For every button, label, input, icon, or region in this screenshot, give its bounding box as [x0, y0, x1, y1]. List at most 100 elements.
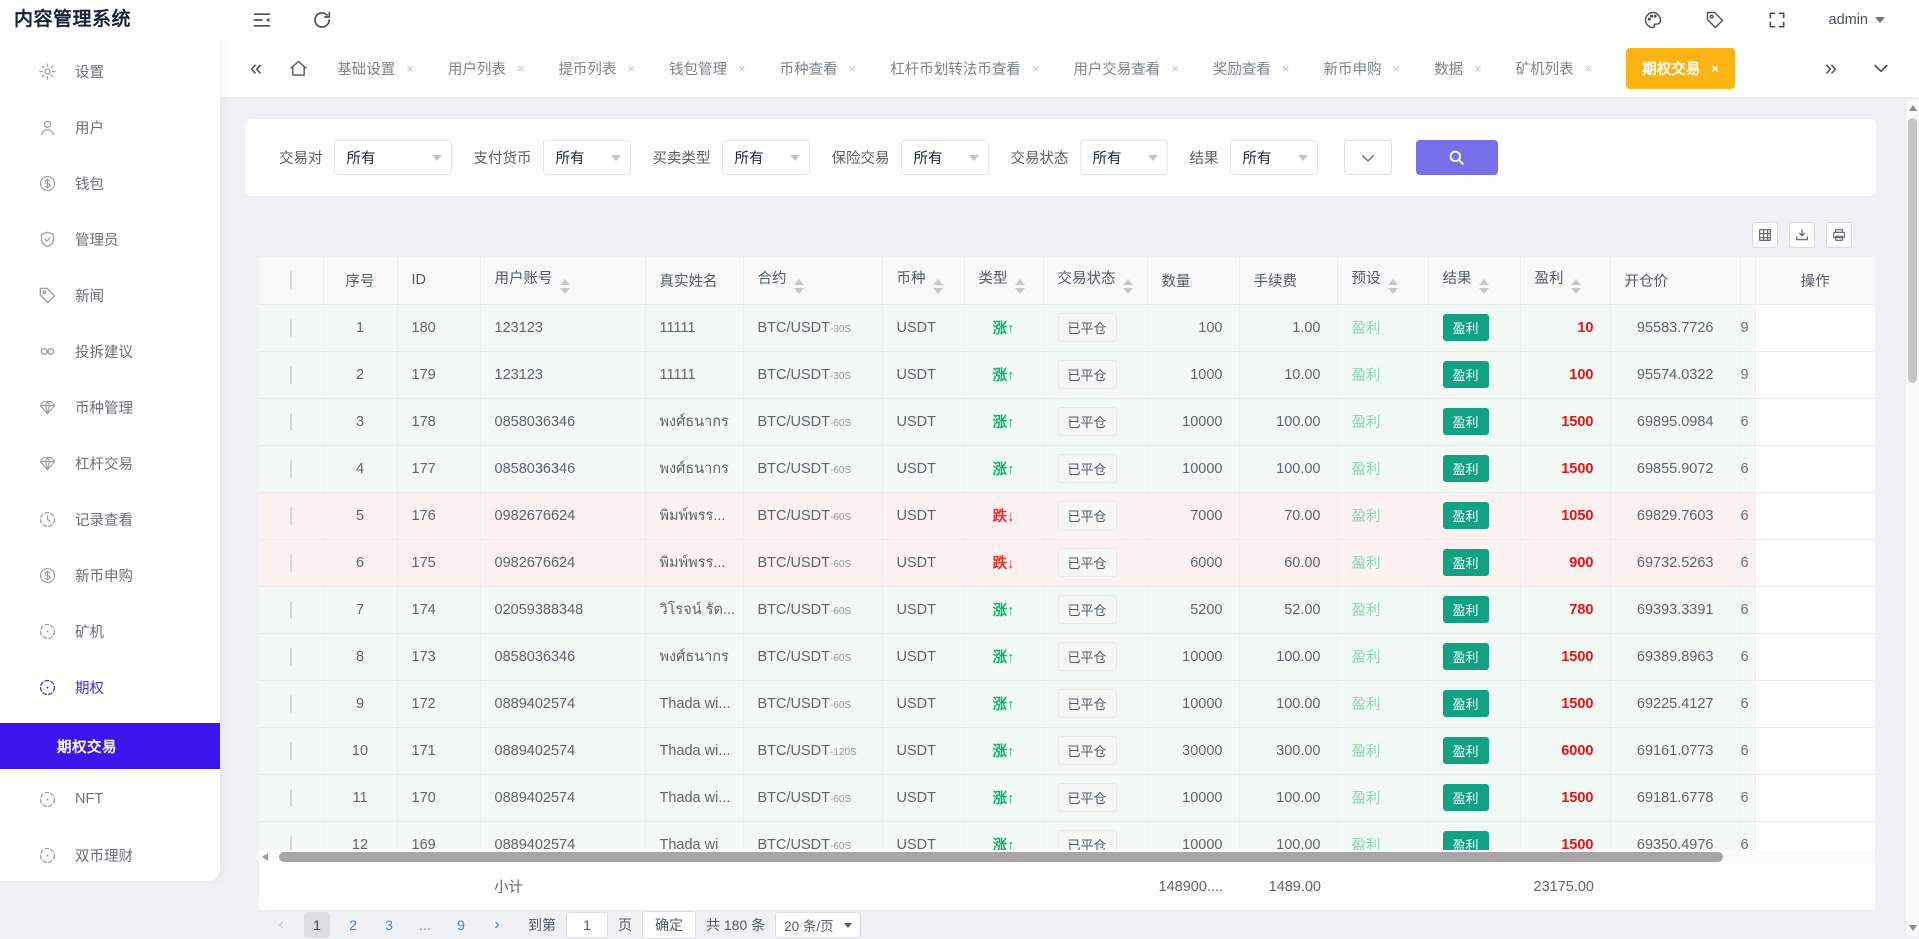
tab-basic-settings[interactable]: 基础设置× — [337, 58, 414, 79]
row-checkbox[interactable] — [290, 695, 292, 713]
sort-caret-icon[interactable] — [1388, 279, 1398, 294]
sidebar-item-settings[interactable]: 设置 — [0, 51, 220, 91]
column-header-preset[interactable]: 预设 — [1337, 257, 1428, 304]
filter-select-pair[interactable]: 所有 — [334, 140, 452, 175]
tab-close-icon[interactable]: × — [738, 61, 746, 76]
sort-caret-icon[interactable] — [560, 279, 570, 294]
vscroll-up-arrow-icon[interactable] — [1909, 105, 1917, 111]
tab-options-trade[interactable]: 期权交易× — [1626, 48, 1735, 89]
sidebar-item-leverage-trade[interactable]: 杠杆交易 — [0, 443, 220, 483]
vscroll-down-arrow-icon[interactable] — [1909, 925, 1917, 931]
export-button[interactable] — [1789, 222, 1815, 248]
row-checkbox[interactable] — [290, 507, 292, 525]
sidebar-item-records[interactable]: 记录查看 — [0, 499, 220, 539]
home-icon[interactable] — [288, 58, 309, 79]
vscroll-thumb[interactable] — [1908, 118, 1917, 383]
tab-close-icon[interactable]: × — [1474, 61, 1482, 76]
tab-new-coin-subscribe[interactable]: 新币申购× — [1324, 58, 1401, 79]
tab-close-icon[interactable]: × — [1171, 61, 1179, 76]
collapse-filter-button[interactable] — [1344, 140, 1392, 175]
sidebar-item-news[interactable]: 新闻 — [0, 275, 220, 315]
tab-close-icon[interactable]: × — [1585, 61, 1593, 76]
column-header-currency[interactable]: 币种 — [882, 257, 964, 304]
page-button-2[interactable]: 2 — [340, 912, 366, 938]
horizontal-scrollbar[interactable] — [259, 850, 1875, 864]
search-button[interactable] — [1416, 140, 1498, 175]
tab-close-icon[interactable]: × — [849, 61, 857, 76]
sort-caret-icon[interactable] — [794, 279, 804, 294]
sidebar-item-feedback[interactable]: 投拆建议 — [0, 331, 220, 371]
jump-page-input[interactable] — [566, 912, 608, 938]
sort-caret-icon[interactable] — [1571, 279, 1581, 294]
page-button-9[interactable]: 9 — [448, 912, 474, 938]
tab-withdraw-list[interactable]: 提币列表× — [558, 58, 635, 79]
column-header-account[interactable]: 用户账号 — [480, 257, 645, 304]
row-checkbox[interactable] — [290, 601, 292, 619]
sort-caret-icon[interactable] — [1479, 279, 1489, 294]
filter-select-status[interactable]: 所有 — [1080, 140, 1168, 175]
next-page-button[interactable]: › — [484, 912, 510, 938]
tab-leverage-transfer-view[interactable]: 杠杆币划转法币查看× — [890, 58, 1039, 79]
tab-close-icon[interactable]: × — [517, 61, 525, 76]
column-header-profit[interactable]: 盈利 — [1520, 257, 1610, 304]
row-checkbox[interactable] — [290, 836, 292, 851]
column-header-type[interactable]: 类型 — [964, 257, 1043, 304]
menu-collapse-icon[interactable] — [252, 10, 272, 30]
sidebar-item-nft[interactable]: NFT — [0, 779, 220, 819]
hscroll-left-arrow-icon[interactable] — [262, 853, 268, 861]
tabs-scroll-right-icon[interactable]: » — [1825, 57, 1837, 79]
sidebar-item-admins[interactable]: 管理员 — [0, 219, 220, 259]
row-checkbox[interactable] — [290, 319, 292, 337]
confirm-jump-button[interactable]: 确定 — [642, 911, 696, 939]
filter-select-insurance[interactable]: 所有 — [901, 140, 989, 175]
tab-wallet-manage[interactable]: 钱包管理× — [669, 58, 746, 79]
row-checkbox[interactable] — [290, 460, 292, 478]
column-header-contract[interactable]: 合约 — [743, 257, 882, 304]
sort-caret-icon[interactable] — [1015, 279, 1025, 294]
fullscreen-icon[interactable] — [1767, 10, 1787, 30]
tab-user-trade-view[interactable]: 用户交易查看× — [1073, 58, 1179, 79]
filter-select-result[interactable]: 所有 — [1230, 140, 1318, 175]
tab-miner-list[interactable]: 矿机列表× — [1516, 58, 1593, 79]
user-menu[interactable]: admin — [1829, 12, 1886, 28]
filter-select-currency[interactable]: 所有 — [543, 140, 631, 175]
refresh-icon[interactable] — [312, 10, 332, 30]
page-button-1[interactable]: 1 — [304, 912, 330, 938]
print-button[interactable] — [1826, 222, 1852, 248]
hscroll-thumb[interactable] — [279, 852, 1723, 862]
sidebar-item-users[interactable]: 用户 — [0, 107, 220, 147]
select-all-checkbox[interactable] — [290, 271, 292, 289]
tab-close-icon[interactable]: × — [1393, 61, 1401, 76]
sidebar-item-wallet[interactable]: 钱包 — [0, 163, 220, 203]
row-checkbox[interactable] — [290, 789, 292, 807]
prev-page-button[interactable]: ‹ — [268, 912, 294, 938]
column-header-status[interactable]: 交易状态 — [1043, 257, 1147, 304]
columns-button[interactable] — [1752, 222, 1778, 248]
sidebar-item-miner[interactable]: 矿机 — [0, 611, 220, 651]
row-checkbox[interactable] — [290, 742, 292, 760]
tab-close-icon[interactable]: × — [1282, 61, 1290, 76]
tab-close-icon[interactable]: × — [1032, 61, 1040, 76]
sidebar-item-dual-finance[interactable]: 双币理财 — [0, 835, 220, 875]
row-checkbox[interactable] — [290, 648, 292, 666]
palette-icon[interactable] — [1643, 10, 1663, 30]
tab-close-icon[interactable]: × — [627, 61, 635, 76]
row-checkbox[interactable] — [290, 554, 292, 572]
sidebar-item-options[interactable]: 期权 — [0, 667, 220, 707]
sort-caret-icon[interactable] — [933, 279, 943, 294]
tag-icon[interactable] — [1705, 10, 1725, 30]
vertical-scrollbar[interactable] — [1905, 100, 1919, 936]
tab-coin-view[interactable]: 币种查看× — [780, 58, 857, 79]
page-button-3[interactable]: 3 — [376, 912, 402, 938]
row-checkbox[interactable] — [290, 366, 292, 384]
sidebar-item-coin-manage[interactable]: 币种管理 — [0, 387, 220, 427]
page-size-select[interactable]: 20 条/页 — [775, 912, 861, 938]
filter-select-side[interactable]: 所有 — [722, 140, 810, 175]
column-header-result[interactable]: 结果 — [1428, 257, 1520, 304]
sort-caret-icon[interactable] — [1123, 279, 1133, 294]
tab-close-icon[interactable]: × — [1711, 61, 1719, 76]
row-checkbox[interactable] — [290, 413, 292, 431]
tab-close-icon[interactable]: × — [406, 61, 414, 76]
tab-data[interactable]: 数据× — [1434, 58, 1482, 79]
tab-reward-view[interactable]: 奖励查看× — [1213, 58, 1290, 79]
